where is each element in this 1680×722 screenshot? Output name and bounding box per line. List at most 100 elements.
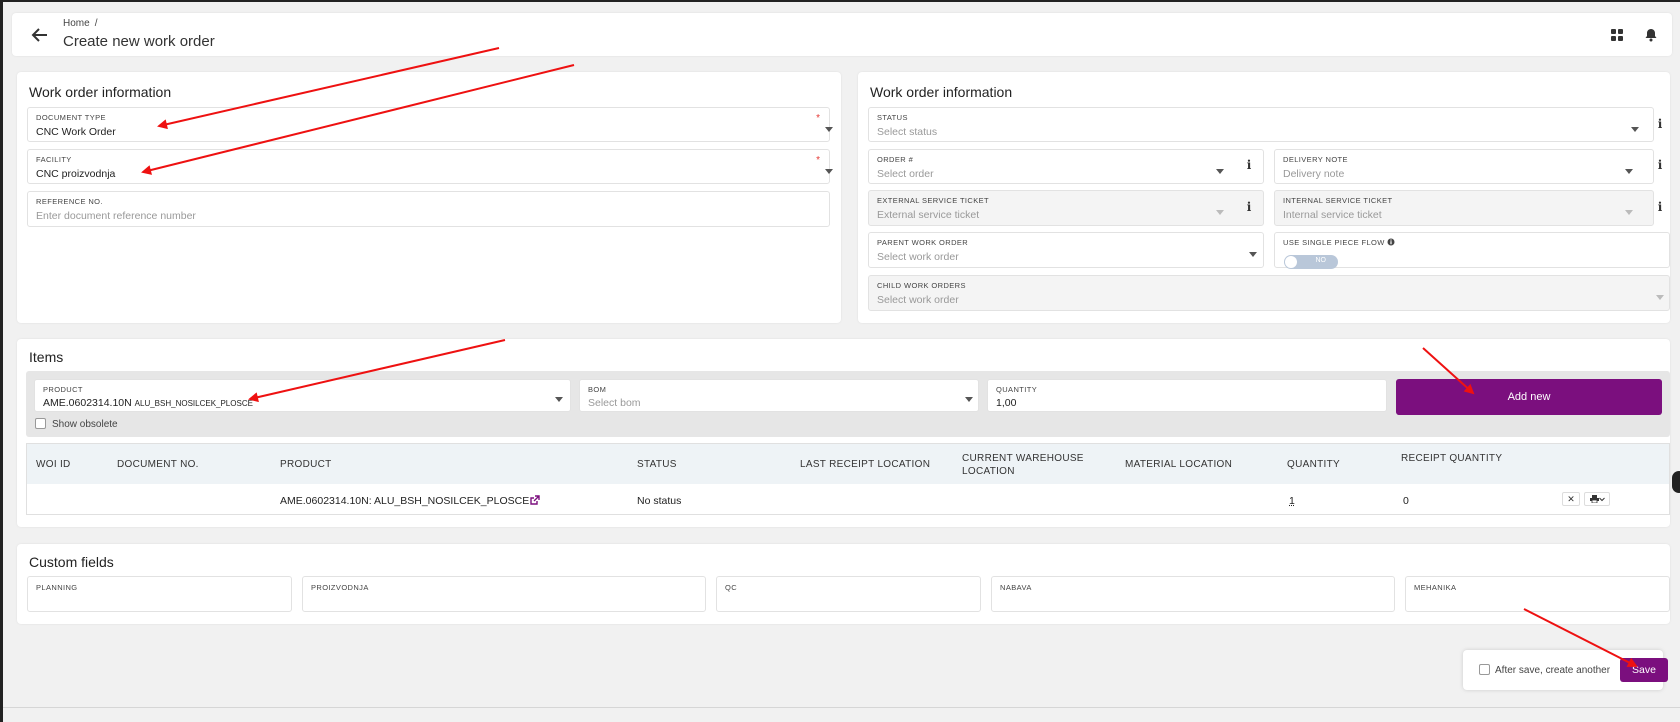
status-select[interactable]: STATUS Select status bbox=[868, 107, 1654, 142]
internal-ticket-placeholder: Internal service ticket bbox=[1283, 209, 1382, 221]
cell-status: No status bbox=[637, 495, 682, 507]
mehanika-field[interactable]: MEHANIKA bbox=[1405, 576, 1670, 612]
single-piece-flow-label: USE SINGLE PIECE FLOW bbox=[1283, 238, 1395, 247]
nabava-label: NABAVA bbox=[1000, 583, 1032, 592]
left-panel-title: Work order information bbox=[29, 84, 172, 100]
order-info-icon[interactable]: i bbox=[1242, 158, 1256, 172]
cell-receipt-quantity: 0 bbox=[1403, 495, 1409, 507]
product-value: AME.0602314.10N ALU_BSH_NOSILCEK_PLOSCE bbox=[43, 397, 253, 409]
product-label: PRODUCT bbox=[43, 385, 83, 394]
proizvodnja-label: PROIZVODNJA bbox=[311, 583, 369, 592]
grid-apps-icon[interactable] bbox=[1609, 27, 1625, 43]
col-document-no: DOCUMENT NO. bbox=[117, 459, 199, 470]
planning-field[interactable]: PLANNING bbox=[27, 576, 292, 612]
create-another-checkbox[interactable] bbox=[1479, 664, 1490, 675]
reference-no-placeholder: Enter document reference number bbox=[36, 210, 196, 222]
chevron-down-icon bbox=[1249, 252, 1257, 257]
bom-placeholder: Select bom bbox=[588, 397, 641, 409]
breadcrumb: Home / bbox=[63, 18, 97, 29]
chevron-down-icon bbox=[1598, 497, 1605, 502]
save-button[interactable]: Save bbox=[1620, 658, 1668, 682]
reference-no-label: REFERENCE NO. bbox=[36, 197, 103, 206]
toggle-knob bbox=[1285, 256, 1297, 268]
breadcrumb-separator: / bbox=[94, 18, 98, 29]
status-label: STATUS bbox=[877, 113, 908, 122]
cell-product[interactable]: AME.0602314.10N: ALU_BSH_NOSILCEK_PLOSCE bbox=[280, 495, 540, 507]
nabava-field[interactable]: NABAVA bbox=[991, 576, 1395, 612]
quantity-input[interactable]: QUANTITY 1,00 bbox=[987, 379, 1387, 412]
add-new-button[interactable]: Add new bbox=[1396, 379, 1662, 415]
right-info-panel: Work order information STATUS Select sta… bbox=[858, 72, 1670, 323]
bom-select[interactable]: BOM Select bom bbox=[579, 379, 979, 412]
items-title: Items bbox=[29, 349, 64, 365]
quantity-label: QUANTITY bbox=[996, 385, 1038, 394]
internal-ticket-label: INTERNAL SERVICE TICKET bbox=[1283, 196, 1393, 205]
printer-icon bbox=[1589, 495, 1599, 504]
external-ticket-select[interactable]: EXTERNAL SERVICE TICKET External service… bbox=[868, 190, 1264, 226]
show-obsolete-checkbox[interactable] bbox=[35, 418, 46, 429]
reference-no-input[interactable]: REFERENCE NO. Enter document reference n… bbox=[27, 191, 830, 227]
document-type-select[interactable]: DOCUMENT TYPE CNC Work Order * bbox=[27, 107, 833, 142]
child-work-orders-select[interactable]: CHILD WORK ORDERS Select work order bbox=[868, 275, 1670, 311]
cell-quantity[interactable]: 1 bbox=[1289, 495, 1295, 507]
items-panel: Items PRODUCT AME.0602314.10N ALU_BSH_NO… bbox=[17, 339, 1670, 527]
external-ticket-info-icon[interactable]: i bbox=[1242, 200, 1256, 214]
breadcrumb-home[interactable]: Home bbox=[63, 18, 90, 29]
col-receipt-quantity: RECEIPT QUANTITY bbox=[1401, 453, 1503, 464]
remove-row-button[interactable]: ✕ bbox=[1562, 492, 1580, 506]
chevron-down-icon bbox=[1625, 210, 1633, 215]
child-work-orders-placeholder: Select work order bbox=[877, 294, 959, 306]
qc-field[interactable]: QC bbox=[716, 576, 981, 612]
external-link-icon bbox=[530, 495, 540, 505]
parent-work-order-select[interactable]: PARENT WORK ORDER Select work order bbox=[868, 232, 1264, 268]
back-arrow-icon[interactable] bbox=[30, 25, 50, 45]
bom-label: BOM bbox=[588, 385, 607, 394]
left-info-panel: Work order information DOCUMENT TYPE CNC… bbox=[17, 72, 841, 323]
facility-label: FACILITY bbox=[36, 155, 72, 164]
col-woi-id: WOI ID bbox=[36, 459, 71, 470]
custom-fields-panel: Custom fields PLANNING PROIZVODNJA QC NA… bbox=[17, 544, 1670, 624]
internal-ticket-select[interactable]: INTERNAL SERVICE TICKET Internal service… bbox=[1274, 190, 1654, 226]
parent-work-order-label: PARENT WORK ORDER bbox=[877, 238, 969, 247]
status-info-icon[interactable]: i bbox=[1653, 117, 1667, 131]
order-label: ORDER # bbox=[877, 155, 914, 164]
delivery-note-label: DELIVERY NOTE bbox=[1283, 155, 1348, 164]
chevron-down-icon bbox=[1216, 210, 1224, 215]
bell-icon[interactable] bbox=[1643, 27, 1659, 43]
print-menu-button[interactable] bbox=[1584, 492, 1610, 506]
child-work-orders-label: CHILD WORK ORDERS bbox=[877, 281, 966, 290]
custom-fields-title: Custom fields bbox=[29, 554, 114, 570]
document-type-value: CNC Work Order bbox=[36, 126, 116, 138]
order-placeholder: Select order bbox=[877, 168, 934, 180]
right-panel-title: Work order information bbox=[870, 84, 1013, 100]
chevron-down-icon bbox=[1625, 169, 1633, 174]
required-mark: * bbox=[816, 155, 820, 166]
proizvodnja-field[interactable]: PROIZVODNJA bbox=[302, 576, 706, 612]
order-select[interactable]: ORDER # Select order bbox=[868, 149, 1264, 184]
facility-value: CNC proizvodnja bbox=[36, 168, 116, 180]
single-piece-flow-field: USE SINGLE PIECE FLOW NO bbox=[1274, 232, 1670, 269]
page-title: Create new work order bbox=[63, 33, 215, 50]
quantity-value: 1,00 bbox=[996, 397, 1017, 409]
page-header: Home / Create new work order bbox=[12, 13, 1672, 56]
scroll-handle[interactable] bbox=[1672, 471, 1680, 493]
parent-work-order-placeholder: Select work order bbox=[877, 251, 959, 263]
facility-select[interactable]: FACILITY CNC proizvodnja * bbox=[27, 149, 833, 184]
create-another-label: After save, create another bbox=[1495, 665, 1611, 676]
item-entry-bar: PRODUCT AME.0602314.10N ALU_BSH_NOSILCEK… bbox=[26, 371, 1670, 437]
table-header: WOI ID DOCUMENT NO. PRODUCT STATUS LAST … bbox=[27, 444, 1669, 484]
delivery-note-select[interactable]: DELIVERY NOTE Delivery note bbox=[1274, 149, 1654, 184]
status-placeholder: Select status bbox=[877, 126, 938, 138]
col-status: STATUS bbox=[637, 459, 677, 470]
items-table: WOI ID DOCUMENT NO. PRODUCT STATUS LAST … bbox=[26, 443, 1670, 515]
product-select[interactable]: PRODUCT AME.0602314.10N ALU_BSH_NOSILCEK… bbox=[34, 379, 571, 412]
external-ticket-label: EXTERNAL SERVICE TICKET bbox=[877, 196, 990, 205]
document-type-label: DOCUMENT TYPE bbox=[36, 113, 106, 122]
planning-label: PLANNING bbox=[36, 583, 78, 592]
external-ticket-placeholder: External service ticket bbox=[877, 209, 980, 221]
internal-ticket-info-icon[interactable]: i bbox=[1653, 200, 1667, 214]
delivery-note-info-icon[interactable]: i bbox=[1653, 158, 1667, 172]
chevron-down-icon bbox=[555, 397, 563, 402]
toggle-state-label: NO bbox=[1315, 257, 1327, 264]
single-piece-flow-toggle[interactable]: NO bbox=[1284, 255, 1338, 269]
